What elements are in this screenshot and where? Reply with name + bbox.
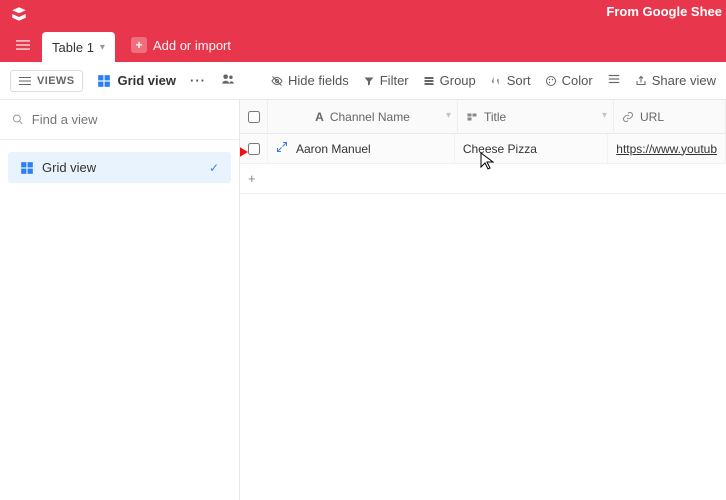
lookup-field-icon <box>466 111 478 123</box>
chevron-down-icon[interactable]: ▾ <box>446 110 451 121</box>
group-label: Group <box>440 73 476 88</box>
share-view-button[interactable]: Share view <box>635 73 716 88</box>
sort-button[interactable]: Sort <box>490 73 531 88</box>
view-toolbar: VIEWS Grid view ··· Hide fields Filter G… <box>0 62 726 100</box>
view-name-label: Grid view <box>117 73 176 88</box>
row-height-icon[interactable] <box>607 72 621 89</box>
sidebar-view-label: Grid view <box>42 160 96 175</box>
sort-icon <box>490 75 502 87</box>
hide-fields-button[interactable]: Hide fields <box>271 73 349 88</box>
column-label: URL <box>640 110 664 124</box>
column-label: Channel Name <box>330 110 410 124</box>
link-icon <box>622 111 634 123</box>
add-or-import-button[interactable]: + Add or import <box>131 28 231 62</box>
search-icon <box>12 113 24 126</box>
column-header-row: A Channel Name ▾ Title ▾ URL <box>240 100 726 134</box>
cell-value: https://www.youtub <box>616 142 717 156</box>
text-field-type-icon: A <box>315 110 324 124</box>
select-all-header[interactable] <box>240 100 268 134</box>
cell-title[interactable]: Cheese Pizza <box>455 134 608 164</box>
filter-icon <box>363 75 375 87</box>
row-select-cell[interactable] <box>240 134 268 164</box>
main-area: Grid view ✓ A Channel Name ▾ Title ▾ URL <box>0 100 726 500</box>
chevron-down-icon: ▾ <box>100 42 105 53</box>
column-header-channel-name[interactable]: A Channel Name ▾ <box>268 100 458 134</box>
share-icon <box>635 75 647 87</box>
color-icon <box>545 75 557 87</box>
views-toggle-button[interactable]: VIEWS <box>10 70 83 92</box>
select-all-checkbox[interactable] <box>248 111 260 123</box>
data-grid: A Channel Name ▾ Title ▾ URL Aaron Manue… <box>240 100 726 500</box>
table-row[interactable]: Aaron Manuel Cheese Pizza https://www.yo… <box>240 134 726 164</box>
app-logo-icon <box>10 5 28 23</box>
eye-off-icon <box>271 75 283 87</box>
collaborators-icon[interactable] <box>220 72 236 89</box>
menu-button[interactable] <box>8 28 38 62</box>
color-button[interactable]: Color <box>545 73 593 88</box>
more-options-icon[interactable]: ··· <box>190 73 206 88</box>
column-header-title[interactable]: Title ▾ <box>458 100 614 134</box>
check-icon: ✓ <box>209 161 219 175</box>
row-checkbox[interactable] <box>248 143 260 155</box>
chevron-down-icon[interactable]: ▾ <box>602 110 607 121</box>
add-row-button[interactable]: + <box>240 164 726 194</box>
find-view-row[interactable] <box>0 100 239 140</box>
tab-label: Table 1 <box>52 40 94 55</box>
column-header-url[interactable]: URL <box>614 100 726 134</box>
hide-fields-label: Hide fields <box>288 73 349 88</box>
views-label: VIEWS <box>37 75 74 87</box>
add-import-label: Add or import <box>153 38 231 53</box>
cell-value: Aaron Manuel <box>296 142 371 156</box>
list-icon <box>19 75 31 87</box>
current-view-name[interactable]: Grid view <box>97 73 176 88</box>
sort-label: Sort <box>507 73 531 88</box>
plus-icon: + <box>248 171 256 186</box>
cell-value: Cheese Pizza <box>463 142 537 156</box>
cell-channel-name[interactable]: Aaron Manuel <box>268 134 455 164</box>
plus-icon: + <box>131 37 147 53</box>
find-view-input[interactable] <box>32 112 227 127</box>
share-label: Share view <box>652 73 716 88</box>
base-title[interactable]: From Google Shee <box>606 4 722 19</box>
group-icon <box>423 75 435 87</box>
grid-icon <box>97 74 111 88</box>
views-sidebar: Grid view ✓ <box>0 100 240 500</box>
table-tab-bar: Table 1 ▾ + Add or import <box>0 28 726 62</box>
sidebar-view-grid[interactable]: Grid view ✓ <box>8 152 231 183</box>
grid-icon <box>20 161 34 175</box>
column-label: Title <box>484 110 506 124</box>
expand-record-icon[interactable] <box>276 141 288 156</box>
filter-button[interactable]: Filter <box>363 73 409 88</box>
color-label: Color <box>562 73 593 88</box>
cell-url[interactable]: https://www.youtub <box>608 134 726 164</box>
app-topbar: From Google Shee <box>0 0 726 28</box>
tab-table1[interactable]: Table 1 ▾ <box>42 32 115 62</box>
group-button[interactable]: Group <box>423 73 476 88</box>
filter-label: Filter <box>380 73 409 88</box>
